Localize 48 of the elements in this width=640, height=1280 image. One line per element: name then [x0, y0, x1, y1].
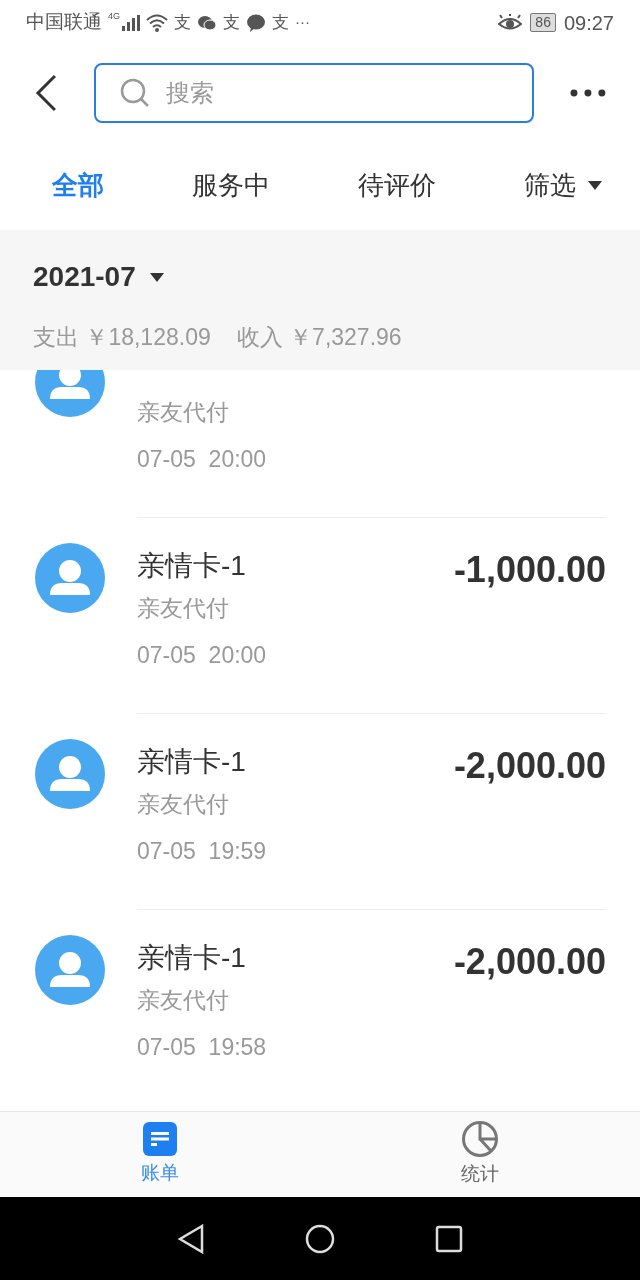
carrier-label: 中国联通: [26, 10, 102, 35]
income-total: 收入 ￥7,327.96: [236, 323, 402, 352]
transaction-type: 亲友代付: [137, 986, 230, 1015]
search-icon: [119, 77, 150, 108]
chat-bubbles-icon: [197, 14, 217, 31]
signal-icon: [122, 14, 140, 31]
avatar-icon: [35, 543, 105, 613]
chat-bubble-icon: [246, 13, 266, 32]
filter-tab[interactable]: 全部: [52, 165, 104, 205]
recent-apps-icon[interactable]: [435, 1224, 463, 1253]
transaction-time: 07-05 20:00: [137, 444, 268, 474]
list-icon: [142, 1121, 178, 1158]
alipay-icon: 支: [174, 9, 191, 36]
alipay-icon: 支: [272, 9, 289, 36]
wifi-icon: [146, 13, 168, 32]
transaction-amount: -2,000.00: [453, 744, 606, 788]
filter-tab[interactable]: 筛选: [524, 165, 602, 205]
transaction-title: 亲情卡-1: [137, 745, 246, 779]
more-icon[interactable]: [570, 88, 606, 97]
month-label[interactable]: 2021-07: [33, 256, 136, 298]
transaction-title: 亲情卡-1: [137, 549, 246, 583]
home-icon[interactable]: [305, 1223, 335, 1254]
transaction-time: 07-05 20:00: [137, 640, 268, 670]
transaction-type: 亲友代付: [137, 594, 230, 623]
network-label: 4G: [108, 9, 120, 23]
expense-total: 支出 ￥18,128.09: [33, 323, 211, 352]
search-field[interactable]: 搜索: [93, 62, 535, 123]
eye-icon: [498, 13, 523, 32]
transaction-amount: -2,000.00: [453, 940, 606, 984]
transaction-type: 亲友代付: [137, 790, 230, 819]
avatar-icon: [35, 935, 105, 1005]
pie-chart-icon: [461, 1120, 499, 1159]
avatar-icon: [35, 739, 105, 809]
clock-label: 09:27: [563, 10, 614, 36]
filter-tab[interactable]: 待评价: [358, 165, 436, 205]
bottom-nav-tab[interactable]: 统计: [320, 1112, 640, 1197]
transaction-amount: -1,000.00: [453, 548, 606, 592]
back-icon[interactable]: [34, 73, 58, 112]
transaction-type: 亲友代付: [137, 398, 230, 427]
more-notifications-label: ···: [295, 12, 310, 33]
back-icon[interactable]: [177, 1223, 205, 1254]
battery-indicator: 86: [530, 13, 556, 32]
transaction-time: 07-05 19:58: [137, 1032, 268, 1062]
filter-tab[interactable]: 服务中: [192, 165, 270, 205]
alipay-icon: 支: [223, 9, 240, 36]
transaction-time: 07-05 19:59: [137, 836, 268, 866]
transaction-title: 亲情卡-1: [137, 941, 246, 975]
dropdown-caret-icon[interactable]: [149, 272, 164, 282]
